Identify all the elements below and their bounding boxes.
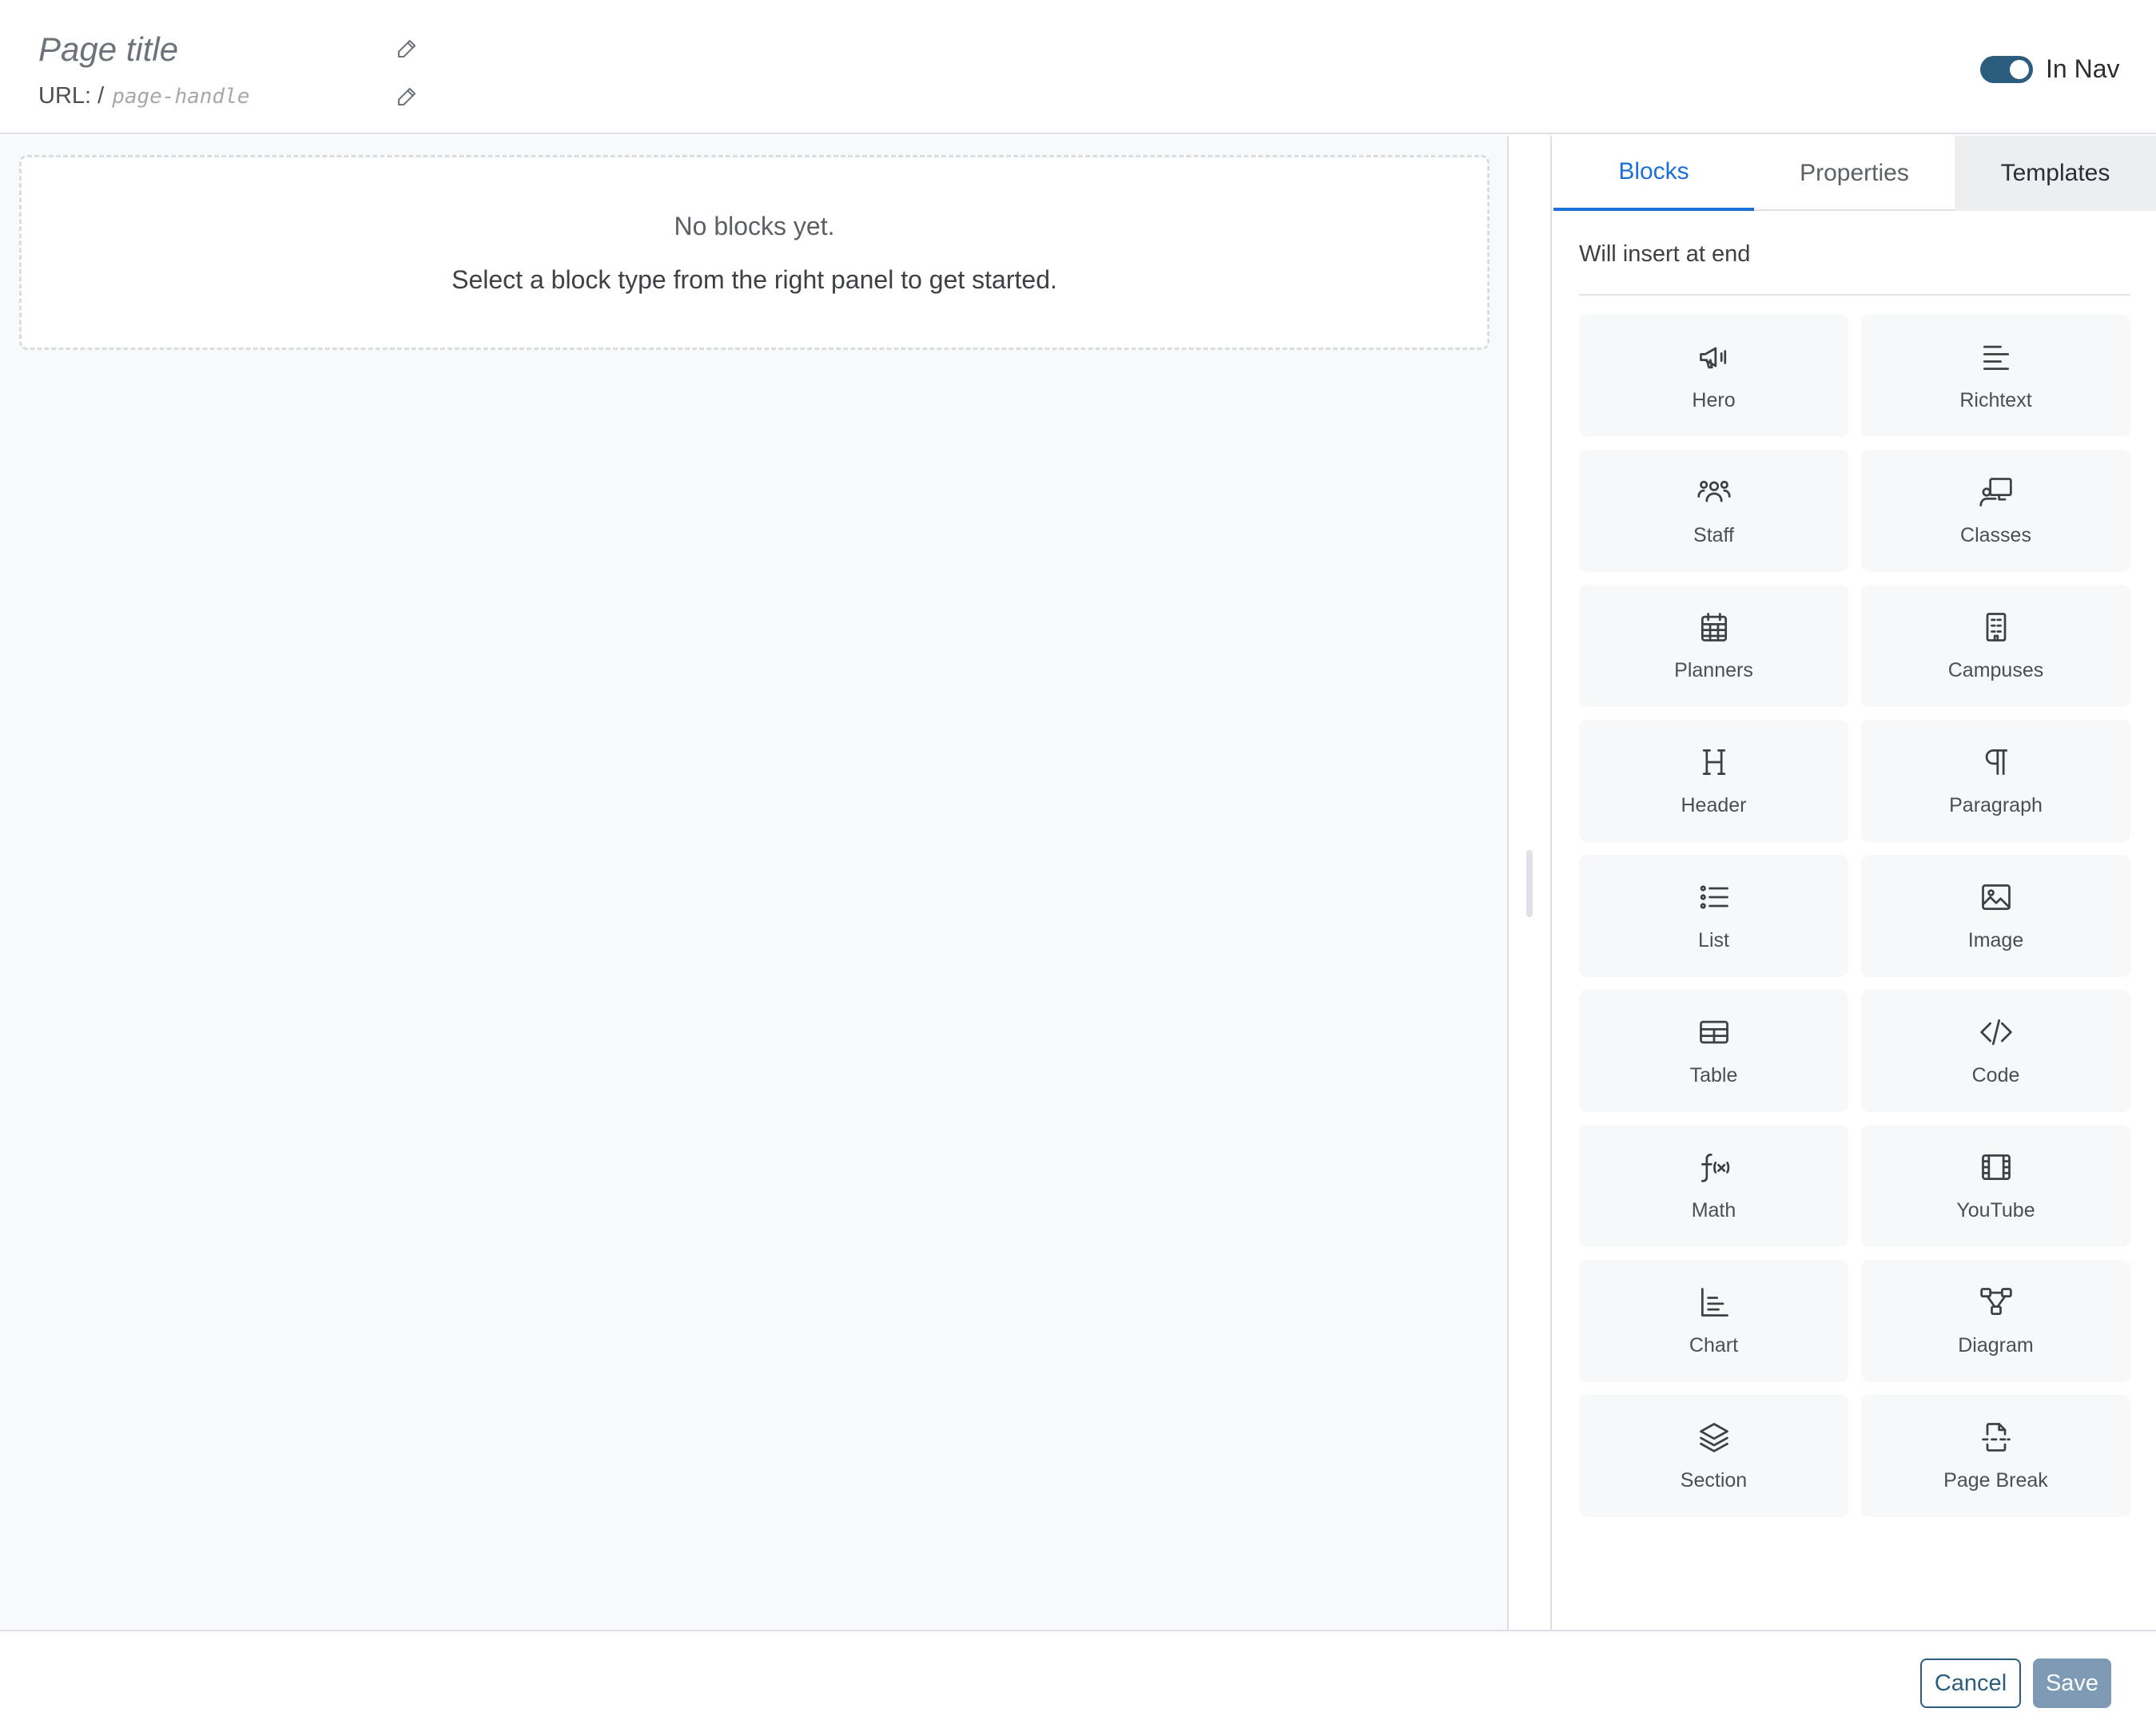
- panel-tabs: Blocks Properties Templates: [1553, 136, 2156, 211]
- block-label: Header: [1681, 794, 1747, 816]
- table-icon: [1699, 1020, 1728, 1044]
- block-grid: Hero Richtext Staff Classes Planners Cam…: [1579, 315, 2130, 1517]
- page-title-input[interactable]: Page title: [38, 30, 178, 69]
- layers-icon: [1699, 1423, 1728, 1452]
- code-icon: [1979, 1019, 2012, 1046]
- empty-state-title: No blocks yet.: [674, 212, 835, 240]
- block-canvas: No blocks yet. Select a block type from …: [0, 136, 1509, 1630]
- chart-icon: [1701, 1288, 1728, 1317]
- empty-state: No blocks yet. Select a block type from …: [19, 155, 1490, 350]
- image-icon: [1981, 884, 2011, 911]
- url-label: URL: /: [38, 83, 105, 109]
- block-label: Section: [1680, 1469, 1748, 1492]
- diagram-icon: [1979, 1288, 2012, 1316]
- block-tile-planners[interactable]: Planners: [1579, 585, 1848, 707]
- block-label: Planners: [1674, 659, 1753, 681]
- block-label: Staff: [1693, 524, 1734, 546]
- pencil-icon[interactable]: [395, 37, 419, 61]
- presentation-icon: [1979, 478, 2012, 506]
- block-tile-staff[interactable]: Staff: [1579, 450, 1848, 572]
- block-tile-list[interactable]: List: [1579, 855, 1848, 977]
- in-nav-control: In Nav: [1980, 54, 2119, 84]
- block-tile-richtext[interactable]: Richtext: [1861, 315, 2130, 437]
- block-label: Campuses: [1947, 659, 2044, 681]
- block-tile-code[interactable]: Code: [1861, 990, 2130, 1112]
- block-tile-hero[interactable]: Hero: [1579, 315, 1848, 437]
- block-tile-diagram[interactable]: Diagram: [1861, 1260, 2130, 1382]
- list-icon: [1700, 885, 1728, 909]
- block-label: Code: [1971, 1064, 2020, 1086]
- block-tile-section[interactable]: Section: [1579, 1395, 1848, 1517]
- pilcrow-icon: [1985, 749, 2007, 776]
- block-label: Hero: [1692, 389, 1736, 411]
- resize-handle[interactable]: [1526, 850, 1533, 917]
- block-label: Table: [1689, 1064, 1738, 1086]
- block-tile-campuses[interactable]: Campuses: [1861, 585, 2130, 707]
- block-tile-chart[interactable]: Chart: [1579, 1260, 1848, 1382]
- block-tile-classes[interactable]: Classes: [1861, 450, 2130, 572]
- page-header: Page title URL: / page-handle In Nav: [0, 0, 2156, 134]
- block-label: Image: [1967, 929, 2024, 951]
- empty-state-subtitle: Select a block type from the right panel…: [451, 265, 1057, 294]
- block-tile-youtube[interactable]: YouTube: [1861, 1125, 2130, 1247]
- block-label: Math: [1691, 1199, 1736, 1222]
- megaphone-icon: [1699, 347, 1726, 369]
- tab-blocks[interactable]: Blocks: [1553, 136, 1754, 211]
- pencil-icon[interactable]: [395, 85, 419, 109]
- block-tile-table[interactable]: Table: [1579, 990, 1848, 1112]
- panel-splitter: [1509, 136, 1552, 1630]
- page-break-icon: [1981, 1423, 2011, 1452]
- tab-properties[interactable]: Properties: [1754, 136, 1955, 211]
- cancel-button[interactable]: Cancel: [1920, 1659, 2021, 1708]
- divider: [1579, 294, 2130, 296]
- in-nav-label: In Nav: [2046, 54, 2120, 83]
- url-row: URL: / page-handle: [38, 83, 249, 109]
- url-handle-input[interactable]: page-handle: [112, 85, 249, 109]
- block-label: Page Break: [1943, 1469, 2048, 1492]
- function-icon: [1701, 1154, 1729, 1182]
- block-tile-page-break[interactable]: Page Break: [1861, 1395, 2130, 1517]
- block-tile-math[interactable]: Math: [1579, 1125, 1848, 1247]
- users-icon: [1697, 480, 1731, 503]
- block-label: Classes: [1960, 524, 2031, 546]
- right-panel: Blocks Properties Templates Will insert …: [1553, 136, 2156, 1630]
- block-label: Paragraph: [1949, 794, 2043, 816]
- block-label: List: [1698, 929, 1729, 951]
- block-label: YouTube: [1956, 1199, 2035, 1222]
- block-label: Richtext: [1959, 389, 2032, 411]
- block-tile-paragraph[interactable]: Paragraph: [1861, 720, 2130, 842]
- film-icon: [1981, 1154, 2011, 1181]
- page-footer: Cancel Save: [0, 1630, 2156, 1732]
- in-nav-toggle[interactable]: [1980, 55, 2033, 83]
- block-label: Diagram: [1958, 1334, 2034, 1357]
- insert-position-note: Will insert at end: [1579, 241, 1751, 267]
- heading-icon: [1702, 749, 1725, 776]
- text-lines-icon: [1983, 345, 2009, 371]
- save-button[interactable]: Save: [2033, 1659, 2111, 1708]
- block-label: Chart: [1689, 1334, 1739, 1357]
- tab-templates[interactable]: Templates: [1955, 136, 2156, 211]
- building-icon: [1986, 613, 2006, 642]
- block-tile-image[interactable]: Image: [1861, 855, 2130, 977]
- block-tile-header[interactable]: Header: [1579, 720, 1848, 842]
- calendar-grid-icon: [1701, 613, 1727, 642]
